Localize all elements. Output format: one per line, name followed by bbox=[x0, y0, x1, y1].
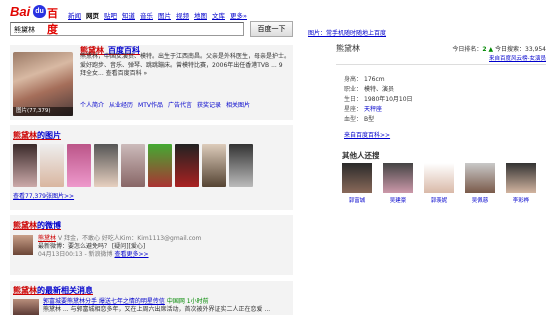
weibo-avatar[interactable] bbox=[13, 235, 33, 255]
top-nav: 新闻 网页 贴吧 知道 音乐 图片 视频 地图 文库 更多» bbox=[68, 10, 247, 20]
baidu-logo[interactable]: Bai du 百度 bbox=[10, 4, 62, 36]
image-thumbnails bbox=[13, 144, 253, 187]
image-thumb[interactable] bbox=[121, 144, 145, 187]
person-name-link[interactable]: 李彩桦 bbox=[513, 198, 530, 204]
baike-link[interactable]: 相关图片 bbox=[226, 100, 250, 109]
nav-item[interactable]: 新闻 bbox=[68, 10, 81, 20]
nav-item[interactable]: 音乐 bbox=[140, 10, 153, 20]
rank-value: 2 bbox=[482, 46, 487, 53]
search-input[interactable]: 熊黛林 bbox=[10, 22, 244, 36]
weibo-meta: V 拜金，不敢心 好吃人Kim：Kim1113@gmail.com bbox=[57, 235, 202, 242]
person-photo[interactable] bbox=[342, 163, 372, 193]
news-headline[interactable]: 郭富城要熊黛林分手 爆送七年之情的明星传信 bbox=[43, 298, 165, 305]
image-thumb[interactable] bbox=[202, 144, 226, 187]
person-photo[interactable] bbox=[465, 163, 495, 193]
person-item[interactable]: 郭羡妮 bbox=[424, 163, 454, 204]
rank-info: 今日排名：2 ▲ 今日搜索：33,954 bbox=[452, 46, 546, 53]
person-photo[interactable] bbox=[506, 163, 536, 193]
image-thumb[interactable] bbox=[94, 144, 118, 187]
weibo-content: 熊黛林 V 拜金，不敢心 好吃人Kim：Kim1113@gmail.com 最新… bbox=[38, 235, 288, 259]
weibo-time: 04月13日00:13 - 新浪微博 bbox=[38, 251, 113, 258]
photo-count: 图片(77,379) bbox=[13, 107, 73, 116]
nav-item[interactable]: 地图 bbox=[194, 10, 207, 20]
person-item[interactable]: 郭富城 bbox=[342, 163, 372, 204]
baike-link[interactable]: 从业经历 bbox=[109, 100, 133, 109]
info-row: 血型： B型 bbox=[344, 115, 413, 125]
logo-bai-text: Bai bbox=[10, 4, 31, 19]
info-key: 血型： bbox=[344, 116, 363, 123]
image-thumb[interactable] bbox=[148, 144, 172, 187]
images-title[interactable]: 熊黛林的图片 bbox=[13, 130, 61, 141]
info-value: 176cm bbox=[364, 76, 385, 83]
nav-item[interactable]: 贴吧 bbox=[104, 10, 117, 20]
also-searched-list: 郭富城 吴建豪 郭羡妮 吴佩慈 李彩桦 bbox=[342, 163, 536, 204]
nav-item[interactable]: 视频 bbox=[176, 10, 189, 20]
search-count: 33,954 bbox=[525, 46, 546, 53]
paw-icon: du bbox=[33, 5, 46, 18]
news-thumb[interactable] bbox=[13, 299, 39, 315]
weibo-result: 熊黛林的微博 熊黛林 V 拜金，不敢心 好吃人Kim：Kim1113@gmail… bbox=[10, 215, 293, 275]
news-content: 郭富城要熊黛林分手 爆送七年之情的明星传信 中国网 1小时前 熊黛林 ... 与… bbox=[43, 298, 291, 314]
baike-links: 个人简介 从业经历 MTV作品 广告代言 获奖记录 相关图片 bbox=[80, 100, 290, 109]
image-thumb[interactable] bbox=[13, 144, 37, 187]
person-name: 熊黛林 bbox=[336, 44, 360, 53]
ranking-link[interactable]: 来自百度风云榜-女演员 bbox=[489, 54, 546, 62]
image-thumb[interactable] bbox=[67, 144, 91, 187]
baike-description: 熊黛林，中国女演员、模特。出生于江西南昌。父亲是外科医生，母亲是护士。爱好跑步、… bbox=[80, 53, 291, 77]
info-row: 职业： 模特、演员 bbox=[344, 85, 413, 95]
divider bbox=[336, 64, 546, 65]
images-more-link[interactable]: 查看77,379张图片>> bbox=[13, 191, 74, 200]
news-snippet: 熊黛林 ... 与郭富城相恋多年，又在上周六出席活动，首次被外界证实二人正在恋爱… bbox=[43, 306, 271, 313]
baike-link[interactable]: 个人简介 bbox=[80, 100, 104, 109]
info-row: 身高： 176cm bbox=[344, 75, 413, 85]
news-result: 熊黛林的最新相关消息 郭富城要熊黛林分手 爆送七年之情的明星传信 中国网 1小时… bbox=[10, 281, 293, 315]
info-key: 生日： bbox=[344, 96, 363, 103]
image-thumb[interactable] bbox=[40, 144, 64, 187]
info-row: 星座： 天秤座 bbox=[344, 105, 413, 115]
person-name-link[interactable]: 吴佩慈 bbox=[472, 198, 489, 204]
person-name-link[interactable]: 吴建豪 bbox=[390, 198, 407, 204]
image-thumb[interactable] bbox=[175, 144, 199, 187]
baike-result: 熊黛林_百度百科 图片(77,379) 熊黛林，中国女演员、模特。出生于江西南昌… bbox=[10, 45, 293, 120]
mobile-link[interactable]: 图片：常手机随时随地上百度 bbox=[308, 28, 386, 37]
rank-up-icon: ▲ bbox=[488, 46, 494, 53]
nav-item[interactable]: 网页 bbox=[86, 10, 99, 20]
person-photo[interactable] bbox=[383, 163, 413, 193]
info-key: 身高： bbox=[344, 76, 363, 83]
person-card: 熊黛林 今日排名：2 ▲ 今日搜索：33,954 来自百度风云榜-女演员 身高：… bbox=[336, 40, 546, 140]
news-title[interactable]: 熊黛林的最新相关消息 bbox=[13, 285, 93, 296]
nav-item[interactable]: 文库 bbox=[212, 10, 225, 20]
info-key: 星座： bbox=[344, 106, 363, 113]
info-value: 模特、演员 bbox=[364, 86, 395, 93]
baike-link[interactable]: 获奖记录 bbox=[197, 100, 221, 109]
person-item[interactable]: 吴建豪 bbox=[383, 163, 413, 204]
info-key: 职业： bbox=[344, 86, 363, 93]
info-value: 天秤座 bbox=[364, 106, 383, 113]
person-item[interactable]: 吴佩慈 bbox=[465, 163, 495, 204]
person-name-link[interactable]: 郭富城 bbox=[349, 198, 366, 204]
info-value: B型 bbox=[364, 116, 375, 123]
source-link[interactable]: 来自百度百科>> bbox=[344, 130, 390, 139]
info-row: 生日： 1980年10月10日 bbox=[344, 95, 413, 105]
person-info: 身高： 176cm 职业： 模特、演员 生日： 1980年10月10日 星座： 天秤座 血型： B… bbox=[344, 75, 413, 125]
person-name-link[interactable]: 郭羡妮 bbox=[431, 198, 448, 204]
news-source: 中国网 1小时前 bbox=[166, 298, 209, 305]
person-photo[interactable] bbox=[424, 163, 454, 193]
person-item[interactable]: 李彩桦 bbox=[506, 163, 536, 204]
nav-item[interactable]: 图片 bbox=[158, 10, 171, 20]
info-value: 1980年10月10日 bbox=[364, 96, 413, 103]
weibo-author[interactable]: 熊黛林 bbox=[38, 235, 56, 242]
weibo-title[interactable]: 熊黛林的微博 bbox=[13, 220, 61, 231]
baike-link[interactable]: MTV作品 bbox=[138, 100, 163, 109]
also-searched-title: 其他人还搜 bbox=[342, 151, 380, 160]
search-button[interactable]: 百度一下 bbox=[250, 21, 293, 37]
weibo-more-link[interactable]: 查看更多>> bbox=[114, 251, 148, 258]
weibo-text: 最新微博：要怎么避免吗？ [疑问][爱心] bbox=[38, 243, 146, 250]
images-result: 熊黛林的图片 查看77,379张图片>> bbox=[10, 125, 293, 210]
image-thumb[interactable] bbox=[229, 144, 253, 187]
baike-photo[interactable]: 图片(77,379) bbox=[13, 52, 73, 116]
nav-item[interactable]: 更多» bbox=[230, 10, 247, 20]
baike-link[interactable]: 广告代言 bbox=[168, 100, 192, 109]
nav-item[interactable]: 知道 bbox=[122, 10, 135, 20]
